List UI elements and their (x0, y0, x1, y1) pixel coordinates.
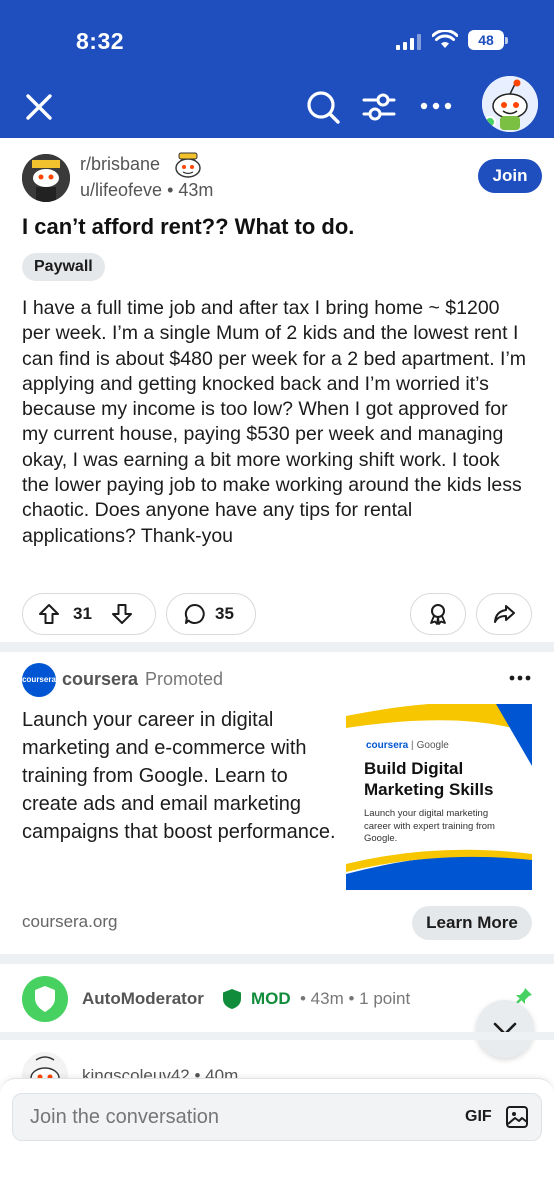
post-flair[interactable]: Paywall (22, 253, 105, 281)
ad-image-subtitle: Launch your digital marketing career wit… (364, 808, 495, 844)
author-name[interactable]: u/lifeofeve (80, 180, 162, 200)
upvote-icon[interactable] (37, 602, 61, 626)
collapse-button[interactable] (476, 1000, 534, 1058)
ad-url[interactable]: coursera.org (22, 912, 117, 932)
comment-count: 35 (215, 604, 234, 623)
comment-icon (184, 603, 205, 624)
snoo-avatar-icon (22, 154, 70, 202)
promoted-label: Promoted (145, 669, 224, 689)
gif-button[interactable]: GIF (465, 1108, 492, 1126)
more-icon[interactable] (508, 672, 532, 684)
comments-button[interactable]: 35 (166, 593, 256, 635)
post-title: I can’t afford rent?? What to do. (22, 214, 355, 239)
status-time: 8:32 (76, 28, 125, 54)
automod-avatar[interactable] (22, 976, 68, 1022)
ad-image[interactable]: coursera | Google Build Digital Marketin… (346, 704, 532, 890)
ad-text[interactable]: Launch your career in digital marketing … (22, 706, 342, 846)
vote-count: 31 (73, 604, 92, 623)
chevron-down-icon (493, 1022, 517, 1036)
app-header: 8:32 48 (0, 0, 554, 138)
comment-meta: • 43m • 1 point (300, 989, 411, 1008)
learn-more-button[interactable]: Learn More (412, 906, 532, 940)
downvote-icon[interactable] (110, 602, 134, 626)
shield-icon (35, 986, 55, 1012)
advertiser-name[interactable]: coursera (62, 669, 138, 690)
award-icon (430, 604, 446, 625)
snoo-badge-icon (175, 152, 201, 178)
share-button[interactable] (476, 593, 532, 635)
close-icon[interactable] (22, 90, 56, 124)
wifi-icon (432, 30, 458, 48)
battery-icon: 48 (468, 30, 504, 50)
comment-author[interactable]: AutoModerator (82, 989, 204, 1009)
user-avatar[interactable] (482, 76, 538, 132)
ad-image-brand: coursera (366, 740, 409, 751)
more-icon[interactable] (418, 96, 454, 116)
battery-nub (505, 37, 508, 44)
comment-placeholder[interactable]: Join the conversation (30, 1106, 219, 1129)
meta-separator: • (167, 180, 179, 200)
post-body: I have a full time job and after tax I b… (22, 297, 527, 547)
mod-tag: MOD (251, 989, 291, 1008)
vote-bar: 31 (22, 593, 156, 635)
post-age: 43m (178, 180, 214, 200)
ad-image-partner: Google (416, 740, 449, 751)
post-author: u/lifeofeve • 43m (80, 180, 213, 201)
ad-image-logos: coursera | Google (366, 740, 449, 751)
search-icon[interactable] (304, 88, 342, 126)
mod-shield-icon (223, 989, 241, 1009)
sort-icon[interactable] (360, 88, 398, 126)
image-icon[interactable] (505, 1105, 529, 1129)
signal-icon (396, 34, 421, 50)
subreddit-name[interactable]: r/brisbane (80, 154, 160, 175)
section-divider (0, 1032, 554, 1040)
advertiser-logo[interactable]: coursera (22, 663, 56, 697)
subreddit-avatar[interactable] (22, 154, 70, 202)
battery-level: 48 (478, 32, 494, 48)
snoo-avatar-icon (482, 76, 538, 132)
section-divider (0, 954, 554, 964)
section-divider (0, 642, 554, 652)
share-icon (494, 605, 515, 623)
ad-image-title: Build Digital Marketing Skills (364, 759, 494, 799)
award-button[interactable] (410, 593, 466, 635)
join-button[interactable]: Join (478, 159, 542, 193)
